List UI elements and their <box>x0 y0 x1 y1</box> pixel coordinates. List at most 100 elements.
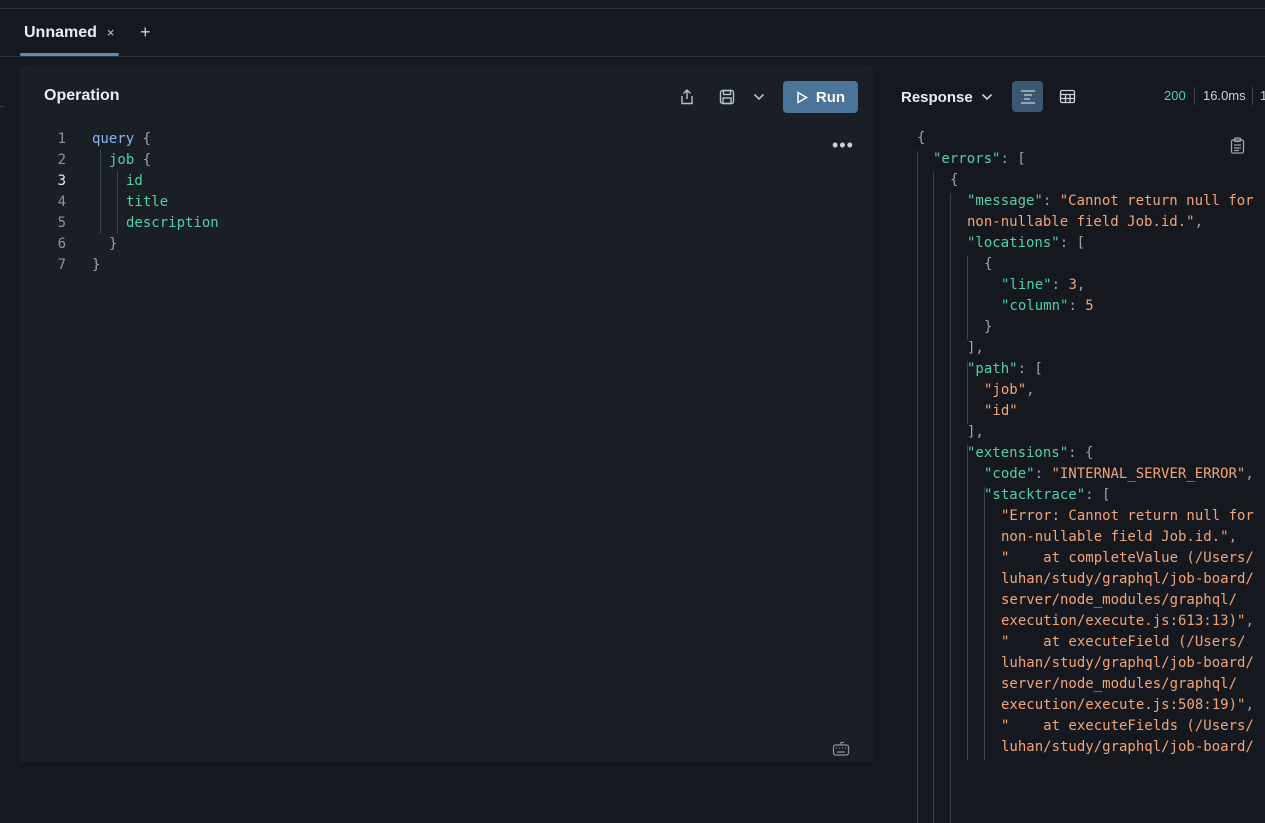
json-string: server/node_modules/graphql/ <box>1001 592 1238 608</box>
response-line: ], <box>967 422 984 443</box>
active-tab-indicator <box>20 53 119 56</box>
json-string: execution/execute.js:508:19)" <box>1001 697 1246 713</box>
divider <box>1252 87 1253 105</box>
response-line: } <box>984 317 992 338</box>
response-line: "code": "INTERNAL_SERVER_ERROR", <box>984 464 1254 485</box>
punctuation: , <box>1026 382 1035 398</box>
punctuation: : [ <box>1017 361 1043 377</box>
line-number: 1 <box>57 131 66 147</box>
punctuation: , <box>1076 277 1086 293</box>
indent-guide <box>984 487 985 760</box>
punctuation: : <box>1068 298 1086 314</box>
top-bar <box>0 0 1265 9</box>
response-line: luhan/study/graphql/job-board/ <box>1001 653 1254 674</box>
add-tab-button[interactable]: + <box>140 22 151 43</box>
response-line: server/node_modules/graphql/ <box>1001 590 1237 611</box>
response-line: "column": 5 <box>1001 296 1094 317</box>
share-icon <box>681 89 693 105</box>
sidebar-edge <box>0 106 4 107</box>
punctuation: , <box>1228 529 1238 545</box>
response-line: non-nullable field Job.id.", <box>1001 527 1237 548</box>
punctuation: { <box>134 152 152 168</box>
indent-guide <box>967 256 968 340</box>
response-line: "job", <box>984 380 1035 401</box>
json-key: "stacktrace" <box>984 487 1086 503</box>
response-line: "locations": [ <box>967 233 1085 254</box>
close-icon[interactable]: × <box>107 25 115 40</box>
json-string: "Error: Cannot return null for <box>1001 508 1254 524</box>
punctuation: : <box>1034 466 1052 482</box>
punctuation: : { <box>1068 445 1094 461</box>
response-time: 16.0ms <box>1203 88 1246 103</box>
json-string: " at completeValue (/Users/ <box>1001 550 1254 566</box>
response-line: "Error: Cannot return null for <box>1001 506 1254 527</box>
line-number: 5 <box>57 215 66 231</box>
json-key: "code" <box>984 466 1035 482</box>
chevron-down-icon <box>753 93 765 101</box>
response-line: "path": [ <box>967 359 1043 380</box>
operation-panel: Operation Run ••• 1 query { 2 job {3 id… <box>20 65 873 762</box>
punctuation: { <box>950 172 959 188</box>
tab-label: Unnamed <box>24 23 97 41</box>
tree-view-icon <box>1020 89 1035 104</box>
punctuation: : [ <box>1059 235 1086 251</box>
indent-guide <box>100 150 101 234</box>
json-key: "locations" <box>967 235 1060 251</box>
keyboard-icon <box>832 741 850 756</box>
play-icon <box>797 90 808 104</box>
field-name: id <box>126 173 143 189</box>
keyword: query <box>92 131 135 147</box>
punctuation: , <box>1245 697 1254 713</box>
response-size: 1 <box>1260 88 1265 103</box>
punctuation: } <box>109 236 118 252</box>
line-number: 3 <box>57 173 66 189</box>
json-string: "Cannot return null for <box>1059 193 1254 209</box>
tree-view-button[interactable] <box>1012 81 1043 112</box>
json-number: 5 <box>1085 298 1094 314</box>
response-line: { <box>917 128 925 149</box>
response-line: "line": 3, <box>1001 275 1085 296</box>
save-button[interactable] <box>716 87 738 107</box>
response-line: luhan/study/graphql/job-board/ <box>1001 737 1254 758</box>
run-label: Run <box>815 88 846 106</box>
json-string: " at executeField (/Users/ <box>1001 634 1246 650</box>
indent-guide <box>933 172 934 823</box>
chevron-down-icon <box>981 93 992 101</box>
json-string: non-nullable field Job.id." <box>1001 529 1229 545</box>
response-line: non-nullable field Job.id.", <box>967 212 1203 233</box>
punctuation: } <box>92 257 101 273</box>
table-view-button[interactable] <box>1052 81 1083 112</box>
json-key: "errors" <box>933 151 1001 167</box>
punctuation: : [ <box>1000 151 1026 167</box>
json-key: "extensions" <box>967 445 1069 461</box>
json-key: "line" <box>1001 277 1052 293</box>
response-line: { <box>984 254 992 275</box>
punctuation: : <box>1042 193 1060 209</box>
response-line: ], <box>967 338 984 359</box>
line-number: 2 <box>57 152 66 168</box>
json-string: server/node_modules/graphql/ <box>1001 676 1238 692</box>
indent-guide <box>950 193 951 823</box>
response-selector[interactable]: Response <box>901 81 993 113</box>
copy-response-button[interactable] <box>1230 137 1245 159</box>
line-number: 7 <box>57 257 66 273</box>
json-key: "message" <box>967 193 1043 209</box>
share-button[interactable] <box>677 87 697 107</box>
punctuation: ], <box>967 340 984 356</box>
run-button[interactable]: Run <box>783 81 858 113</box>
response-line: { <box>950 170 958 191</box>
clipboard-icon <box>1230 137 1245 154</box>
punctuation: , <box>1245 613 1254 629</box>
json-key: "path" <box>967 361 1018 377</box>
response-line: "extensions": { <box>967 443 1093 464</box>
punctuation: { <box>917 130 926 146</box>
table-view-icon <box>1059 89 1076 104</box>
tab-unnamed[interactable]: Unnamed × <box>20 9 119 56</box>
json-string: "INTERNAL_SERVER_ERROR" <box>1051 466 1246 482</box>
field-name: title <box>126 194 169 210</box>
save-options-button[interactable] <box>750 87 768 107</box>
response-line: " at executeField (/Users/ <box>1001 632 1245 653</box>
keyboard-shortcuts-button[interactable] <box>832 741 850 762</box>
punctuation: { <box>134 131 152 147</box>
more-options-button[interactable]: ••• <box>832 135 854 156</box>
